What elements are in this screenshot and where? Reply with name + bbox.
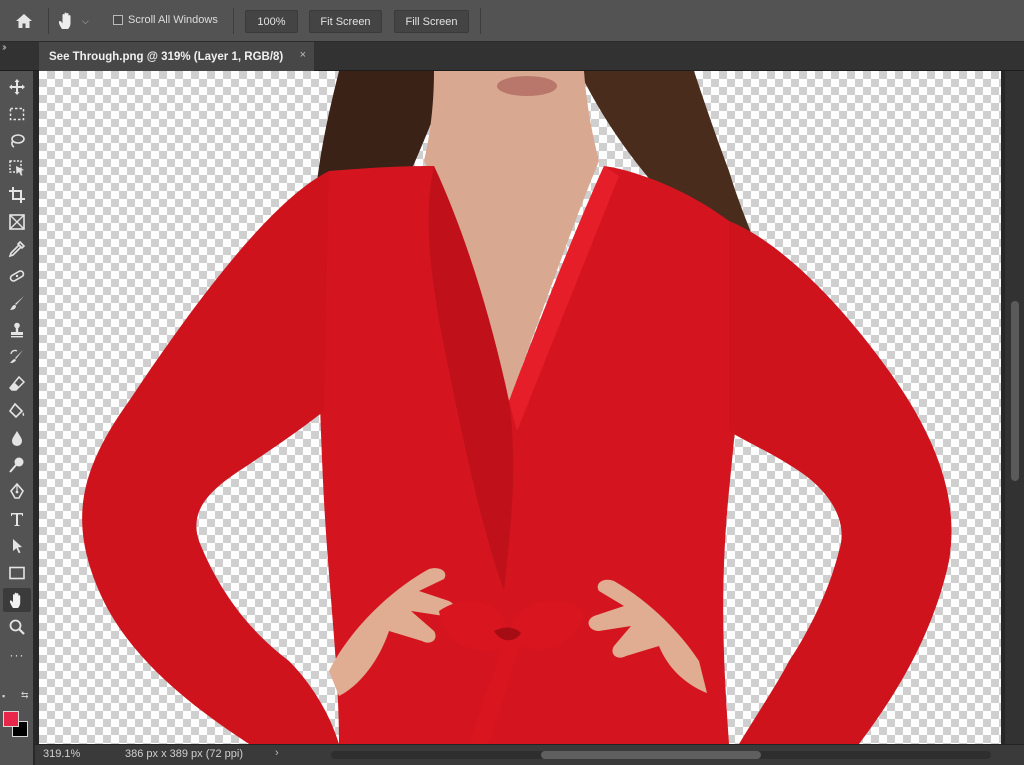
type-icon (11, 513, 23, 526)
path-select-icon (13, 539, 22, 554)
left-sleeve (82, 171, 339, 744)
status-bar: 319.1% 386 px x 389 px (72 ppi) › (35, 744, 1024, 765)
tool-preset-picker[interactable]: ⌵ (56, 8, 100, 34)
home-button[interactable] (8, 8, 40, 34)
default-colors-icon[interactable]: ▪ (2, 691, 5, 701)
scroll-all-windows-label: Scroll All Windows (128, 14, 218, 26)
frame-tool[interactable] (3, 210, 31, 234)
lasso-icon (11, 134, 25, 148)
history-brush-icon (10, 349, 23, 363)
chevron-down-icon: ⌵ (82, 15, 89, 26)
document-dimensions: 386 px x 389 px (72 ppi) (125, 748, 244, 760)
crop-tool[interactable] (3, 183, 31, 207)
type-tool[interactable] (3, 507, 31, 531)
eraser-tool[interactable] (3, 372, 31, 396)
marquee-icon (9, 107, 25, 121)
history-brush-tool[interactable] (3, 345, 31, 369)
document-tab-bar: ›› See Through.png @ 319% (Layer 1, RGB/… (0, 42, 1024, 71)
document-tab[interactable]: See Through.png @ 319% (Layer 1, RGB/8) … (39, 42, 314, 71)
fit-screen-button[interactable]: Fit Screen (309, 10, 382, 33)
stamp-icon (11, 322, 23, 338)
healing-brush-icon (9, 270, 25, 282)
document-image (82, 71, 952, 744)
move-tool[interactable] (3, 75, 31, 99)
eyedropper-icon (8, 240, 26, 258)
canvas-area[interactable] (35, 71, 1004, 744)
pen-tool[interactable] (3, 480, 31, 504)
healing-brush-tool[interactable] (3, 264, 31, 288)
dodge-icon (9, 457, 24, 473)
brush-icon (10, 296, 24, 310)
vertical-scrollbar[interactable] (1004, 71, 1024, 744)
rectangle-tool[interactable] (3, 561, 31, 585)
divider (48, 8, 49, 34)
tools-panel: ··· ▪ ⇆ (0, 71, 34, 765)
path-selection-tool[interactable] (3, 534, 31, 558)
hand-tool[interactable] (3, 588, 31, 612)
document-tab-title: See Through.png @ 319% (Layer 1, RGB/8) (49, 50, 284, 63)
crop-icon (9, 187, 25, 203)
dodge-tool[interactable] (3, 453, 31, 477)
blur-tool[interactable] (3, 426, 31, 450)
close-tab-button[interactable]: × (300, 49, 306, 61)
eraser-icon (8, 375, 26, 391)
checkbox-box (113, 15, 123, 25)
horizontal-scrollbar[interactable] (331, 751, 991, 759)
lips (497, 76, 557, 96)
zoom-tool[interactable] (3, 615, 31, 639)
hand-icon (9, 592, 21, 608)
paint-bucket-tool[interactable] (3, 399, 31, 423)
home-icon (16, 14, 32, 28)
frame-icon (9, 214, 25, 230)
more-icon: ··· (9, 648, 25, 662)
right-sleeve (729, 221, 952, 744)
divider (480, 8, 481, 34)
brush-tool[interactable] (3, 291, 31, 315)
vertical-scrollbar-thumb[interactable] (1011, 301, 1019, 481)
lasso-tool[interactable] (3, 129, 31, 153)
document-canvas[interactable] (39, 71, 1001, 744)
eyedropper-tool[interactable] (3, 237, 31, 261)
rectangle-icon (9, 566, 25, 580)
fill-screen-button[interactable]: Fill Screen (394, 10, 469, 33)
divider (233, 8, 234, 34)
marquee-tool[interactable] (3, 102, 31, 126)
horizontal-scrollbar-thumb[interactable] (541, 751, 761, 759)
options-bar: ⌵ Scroll All Windows 100% Fit Screen Fil… (0, 0, 1024, 42)
clone-stamp-tool[interactable] (3, 318, 31, 342)
zoom-level[interactable]: 319.1% (43, 748, 80, 760)
foreground-color-swatch[interactable] (3, 711, 19, 727)
status-info-menu-button[interactable]: › (275, 747, 279, 759)
blur-icon (12, 431, 22, 446)
edit-toolbar-button[interactable]: ··· (3, 643, 31, 667)
zoom-icon (9, 619, 25, 635)
swap-colors-icon[interactable]: ⇆ (21, 690, 29, 701)
hand-icon (58, 12, 71, 29)
object-select-icon (9, 160, 24, 176)
zoom-100-button[interactable]: 100% (245, 10, 298, 33)
paint-bucket-icon (8, 402, 25, 419)
object-selection-tool[interactable] (3, 156, 31, 180)
pen-icon (10, 483, 24, 499)
collapse-panels-icon[interactable]: ›› (2, 42, 6, 53)
scroll-all-windows-checkbox[interactable]: Scroll All Windows (113, 14, 218, 26)
move-icon (9, 79, 25, 95)
